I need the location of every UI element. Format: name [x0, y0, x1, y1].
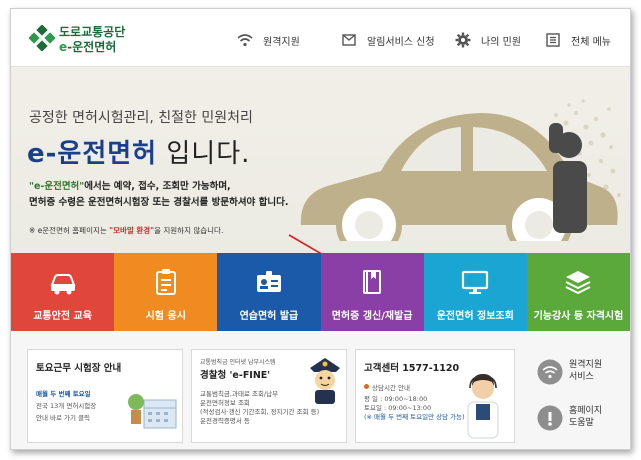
mobile-env-link[interactable]: "모바일 환경" [109, 226, 154, 235]
wifi-icon [537, 359, 563, 385]
tile-exam-application[interactable]: 시험 응시 [114, 253, 218, 331]
tile-label: 기능강사 등 자격시험 [533, 311, 624, 322]
tile-label: 연습면허 발급 [239, 311, 299, 322]
car-icon [50, 274, 76, 295]
monitor-icon [462, 270, 489, 294]
card-text: 매월 두 번째 토요일 [36, 390, 91, 398]
nav-remote-support-label: 원격지원 [263, 36, 300, 48]
tile-traffic-safety-education[interactable]: 교통안전 교육 [11, 253, 115, 331]
car-illustration [291, 99, 630, 253]
card-efine[interactable]: 교통범칙금 인터넷 납부시스템 경찰청 'e-FINE' 교통범칙금,과태료 조… [191, 349, 347, 443]
nav-full-menu-label: 전체 메뉴 [571, 36, 611, 48]
person-thumbs-up-icon [549, 123, 587, 233]
browser-page: 도로교통공단 e-운전면허 원격지원 알림서비스 신청 나의 민원 전체 메뉴 … [10, 8, 631, 450]
tile-label: 운전면허 정보조회 [436, 311, 514, 322]
tile-label: 교통안전 교육 [33, 311, 92, 322]
site-header: 도로교통공단 e-운전면허 원격지원 알림서비스 신청 나의 민원 전체 메뉴 [11, 9, 630, 67]
card-title: 고객센터 1577-1120 [364, 363, 460, 374]
tile-instructor-exam[interactable]: 기능강사 등 자격시험 [526, 253, 630, 331]
card-saturday-exam[interactable]: 토요근무 시험장 안내 매월 두 번째 토요일 전국 13개 면허시험장 안내 … [27, 349, 183, 443]
clock-icon [364, 384, 369, 389]
menu-list-icon [545, 32, 561, 48]
card-customer-center[interactable]: 고객센터 1577-1120 상담시간 안내 평 일 : 09:00~18:00… [355, 349, 515, 443]
hero-mobile-note: ※ e운전면허 홈페이지는 "모바일 환경"을 지원하지 않습니다. [29, 226, 224, 235]
book-icon [363, 270, 382, 294]
nav-my-request[interactable]: 나의 민원 [455, 31, 521, 49]
wifi-icon [237, 32, 253, 48]
tile-license-info-lookup[interactable]: 운전면허 정보조회 [423, 253, 527, 331]
side-help-button[interactable]: 홈페이지 도움말 [531, 399, 617, 439]
tile-label: 시험 응시 [145, 311, 186, 322]
card-text: 교통범칙금 인터넷 납부시스템 [200, 359, 276, 366]
calendar-plant-icon [128, 394, 177, 429]
call-agent-icon [467, 374, 499, 439]
card-text: 전국 13개 면허시험장 [36, 402, 97, 410]
service-tiles: 교통안전 교육 시험 응시 연습면허 발급 면허증 갱신/재발급 운전면허 정보… [11, 253, 630, 331]
clipboard-icon [155, 269, 176, 295]
help-icon [537, 405, 563, 431]
nav-alert-service[interactable]: 알림서비스 신청 [341, 31, 435, 49]
hero-banner: 공정한 면허시험관리, 친절한 민원처리 e-운전면허 입니다. "e-운전면허… [11, 67, 630, 253]
police-mascot-icon [310, 358, 340, 404]
logo-mark-icon [29, 25, 55, 51]
card-text: 토요일 : 09:00~13:00 [364, 404, 432, 412]
tile-label: 면허증 갱신/재발급 [331, 311, 413, 322]
card-text: 운전경력증명서 등 [200, 417, 250, 425]
side-remote-support-button[interactable]: 원격지원 서비스 [531, 353, 617, 393]
hero-title: e-운전면허 입니다. [27, 139, 251, 169]
site-logo[interactable]: 도로교통공단 e-운전면허 [29, 23, 149, 55]
card-text: (※ 매월 두 번째 토요일만 상담 가능) [364, 413, 465, 421]
card-text: 평 일 : 09:00~18:00 [364, 395, 428, 403]
layers-icon [565, 271, 591, 295]
id-card-icon [256, 271, 281, 292]
nav-my-request-label: 나의 민원 [481, 36, 521, 48]
card-text: 상담시간 안내 [372, 384, 410, 392]
hero-description: "e-운전면허"에서는 예약, 접수, 조회만 가능하며, 면허증 수령은 운전… [29, 181, 289, 208]
side-button-label: 홈페이지 도움말 [569, 406, 603, 428]
gear-icon [455, 32, 471, 48]
nav-alert-service-label: 알림서비스 신청 [367, 36, 435, 48]
card-title: 경찰청 'e-FINE' [200, 370, 271, 381]
side-button-label: 원격지원 서비스 [569, 360, 603, 382]
side-links: 원격지원 서비스 홈페이지 도움말 [523, 349, 623, 443]
info-section: 토요근무 시험장 안내 매월 두 번째 토요일 전국 13개 면허시험장 안내 … [11, 331, 630, 449]
card-text: 안내 바로 가기 클릭 [36, 414, 91, 422]
hero-subtitle: 공정한 면허시험관리, 친절한 민원처리 [29, 110, 253, 126]
nav-remote-support[interactable]: 원격지원 [237, 31, 300, 49]
tile-license-renewal[interactable]: 면허증 갱신/재발급 [320, 253, 424, 331]
nav-full-menu[interactable]: 전체 메뉴 [545, 31, 611, 49]
card-text: 교통범칙금,과태료 조회/납부 [200, 390, 279, 398]
card-title: 토요근무 시험장 안내 [36, 363, 122, 374]
card-text: (적성검사·갱신 기간조회, 정지기간 조회 등) [200, 408, 320, 416]
tile-practice-license[interactable]: 연습면허 발급 [217, 253, 321, 331]
card-text: 운전면허정보 조회 [200, 399, 250, 407]
logo-service-name: e-운전면허 [59, 40, 117, 54]
mail-icon [341, 32, 357, 48]
